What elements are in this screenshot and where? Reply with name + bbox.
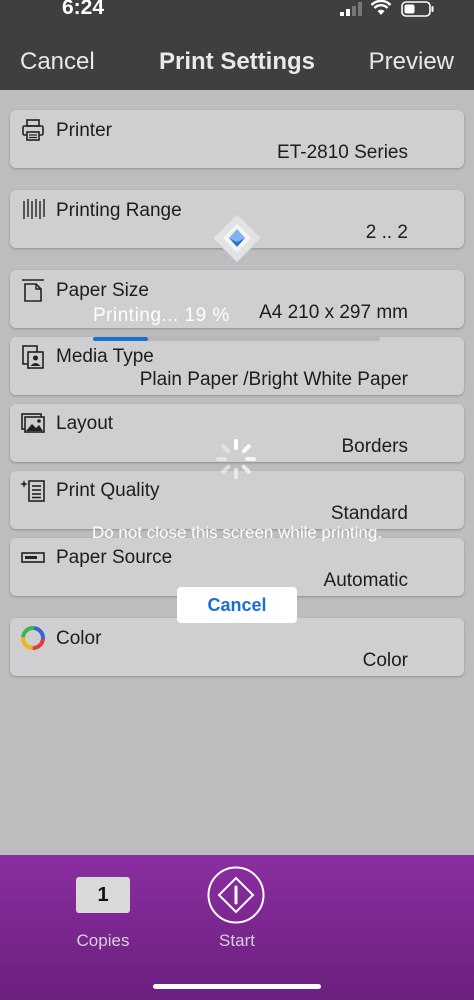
color-row[interactable]: Color Color xyxy=(10,618,464,676)
paper-source-label: Paper Source xyxy=(56,547,173,568)
color-label: Color xyxy=(56,628,102,649)
cancel-printing-button[interactable]: Cancel xyxy=(177,587,297,623)
image-icon xyxy=(21,413,45,433)
color-wheel-icon xyxy=(21,626,45,650)
media-type-label: Media Type xyxy=(56,346,154,367)
print-quality-value: Standard xyxy=(330,503,408,524)
printer-value: ET-2810 Series xyxy=(277,142,408,163)
printing-range-value: 2 .. 2 xyxy=(365,222,408,243)
status-bar: 6:24 xyxy=(0,0,474,24)
copies-label: Copies xyxy=(76,931,130,950)
print-quality-icon xyxy=(20,480,45,502)
start-button[interactable] xyxy=(207,866,265,924)
media-type-value: Plain Paper /Bright White Paper xyxy=(139,369,408,390)
paper-size-value: A4 210 x 297 mm xyxy=(259,302,408,323)
layout-label: Layout xyxy=(56,413,114,434)
paper-size-row[interactable]: Paper Size A4 210 x 297 mm xyxy=(10,270,464,328)
navigation-bar: Cancel Print Settings Preview xyxy=(0,24,474,90)
preview-button[interactable]: Preview xyxy=(369,48,454,76)
printing-warning-text: Do not close this screen while printing. xyxy=(91,523,383,542)
printer-label: Printer xyxy=(56,120,112,141)
media-type-icon xyxy=(22,345,44,369)
loading-spinner-icon xyxy=(216,439,256,479)
status-time: 6:24 xyxy=(62,0,105,19)
start-label: Start xyxy=(219,931,255,950)
home-indicator xyxy=(153,984,321,989)
bottom-toolbar: 1 Copies Start xyxy=(0,855,474,1000)
wifi-icon xyxy=(370,0,392,15)
printing-animation-icon xyxy=(212,213,262,263)
printer-row[interactable]: Printer ET-2810 Series xyxy=(10,110,464,168)
printing-range-label: Printing Range xyxy=(56,200,182,221)
print-progress-bar xyxy=(93,337,380,341)
pages-icon xyxy=(23,199,45,219)
layout-value: Borders xyxy=(341,436,408,457)
paper-size-icon xyxy=(22,279,44,302)
paper-size-label: Paper Size xyxy=(56,280,149,301)
copies-field[interactable]: 1 xyxy=(76,877,130,913)
printer-icon xyxy=(22,119,44,141)
cellular-signal-icon xyxy=(340,2,362,16)
print-progress-fill xyxy=(93,337,148,341)
battery-icon xyxy=(401,1,434,17)
print-quality-label: Print Quality xyxy=(56,480,160,501)
paper-source-value: Automatic xyxy=(323,570,408,591)
color-value: Color xyxy=(362,650,408,671)
printing-status-text: Printing... 19 % xyxy=(93,305,230,326)
media-type-row[interactable]: Media Type Plain Paper /Bright White Pap… xyxy=(10,337,464,395)
tray-icon xyxy=(21,552,45,563)
